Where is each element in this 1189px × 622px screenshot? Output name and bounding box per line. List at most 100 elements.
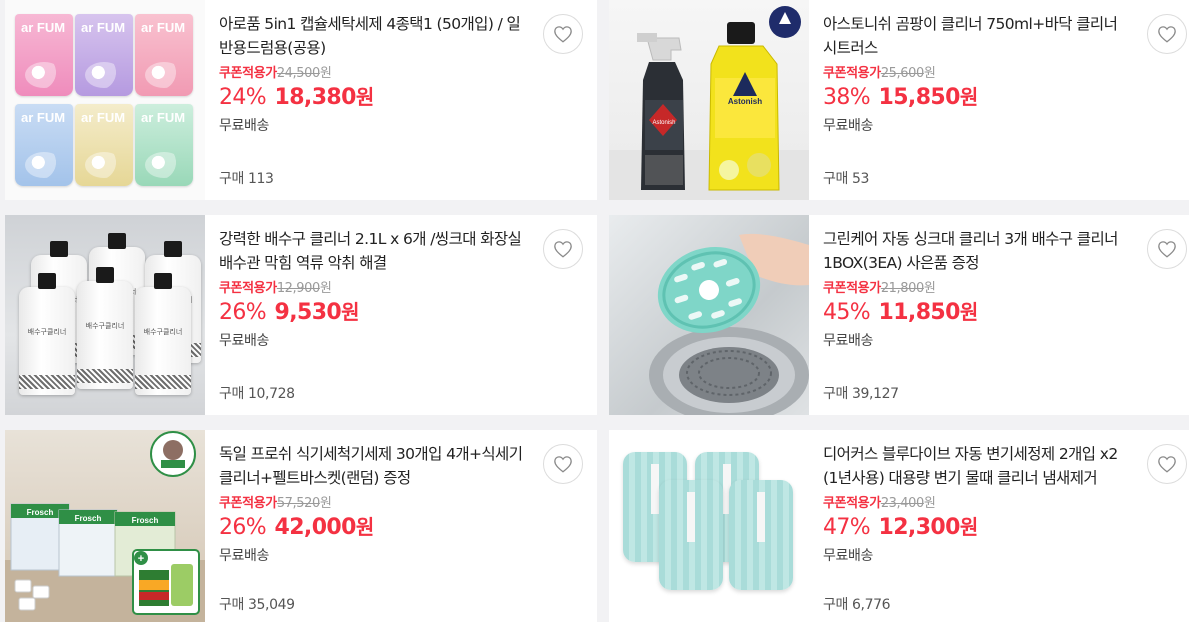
product-card[interactable]: Astonish Astonish 아스토니쉬 곰팡이 클리너 750ml+바닥… bbox=[609, 0, 1189, 200]
product-card[interactable]: ar FUM ar FUM ar FUM ar FUM ar FUM ar FU… bbox=[5, 0, 597, 200]
discount-rate: 26% bbox=[219, 300, 267, 325]
purchase-count: 구매 53 bbox=[823, 171, 870, 187]
original-price: 57,520 bbox=[276, 496, 320, 511]
sale-price: 15,850 bbox=[878, 85, 961, 110]
purchase-count: 구매 10,728 bbox=[219, 386, 295, 402]
original-price: 23,400 bbox=[880, 496, 924, 511]
svg-text:Frosch: Frosch bbox=[75, 514, 102, 523]
wishlist-button[interactable] bbox=[543, 229, 583, 269]
shipping-info: 무료배송 bbox=[823, 548, 873, 564]
detergent-pouch-image: ar FUM bbox=[15, 104, 73, 186]
svg-text:Frosch: Frosch bbox=[27, 508, 54, 517]
shipping-info: 무료배송 bbox=[823, 333, 873, 349]
drain-cleaner-bottle-image: 배수구클리너 bbox=[77, 267, 133, 389]
product-title[interactable]: 독일 프로쉬 식기세척기세제 30개입 4개+식세기클리너+펠트바스켓(랜덤) … bbox=[219, 442, 527, 490]
heart-outline-icon bbox=[554, 456, 572, 473]
detergent-pouch-image: ar FUM bbox=[135, 104, 193, 186]
product-image[interactable] bbox=[609, 215, 809, 415]
original-price-unit: 원 bbox=[319, 281, 332, 296]
drain-cleaner-bottle-image: 배수구클리너 bbox=[19, 273, 75, 395]
wishlist-button[interactable] bbox=[1147, 229, 1187, 269]
product-title[interactable]: 디어커스 블루다이브 자동 변기세정제 2개입 x2 (1년사용) 대용량 변기… bbox=[823, 442, 1131, 490]
product-image[interactable]: ar FUM ar FUM ar FUM ar FUM ar FUM ar FU… bbox=[5, 0, 205, 200]
heart-outline-icon bbox=[1158, 26, 1176, 43]
wishlist-button[interactable] bbox=[543, 14, 583, 54]
wishlist-button[interactable] bbox=[1147, 444, 1187, 484]
product-card[interactable]: 그린케어 자동 싱크대 클리너 3개 배수구 클리너 1BOX(3EA) 사은품… bbox=[609, 215, 1189, 415]
coupon-price-row: 쿠폰적용가12,900원 bbox=[219, 281, 527, 297]
discount-rate: 38% bbox=[823, 85, 871, 110]
shipping-info: 무료배송 bbox=[219, 548, 269, 564]
product-info: 독일 프로쉬 식기세척기세제 30개입 4개+식세기클리너+펠트바스켓(랜덤) … bbox=[205, 430, 597, 622]
svg-text:Astonish: Astonish bbox=[728, 97, 762, 106]
discount-rate: 24% bbox=[219, 85, 267, 110]
sale-price: 42,000 bbox=[274, 515, 357, 540]
detergent-pouch-image: ar FUM bbox=[135, 14, 193, 96]
sale-price-unit: 원 bbox=[959, 515, 978, 539]
product-image[interactable]: Frosch Frosch Frosch + bbox=[5, 430, 205, 622]
dishwasher-detergent-image: Frosch Frosch Frosch + bbox=[5, 431, 205, 622]
cleaner-bottles-image: Astonish Astonish bbox=[609, 6, 809, 200]
sink-drain-cleaner-image bbox=[649, 233, 809, 415]
sale-price-row: 47% 12,300원 bbox=[823, 514, 1131, 541]
svg-text:Astonish: Astonish bbox=[652, 120, 675, 126]
product-card[interactable]: Frosch Frosch Frosch + 독일 프로쉬 식기세척기세제 30… bbox=[5, 430, 597, 622]
original-price-unit: 원 bbox=[923, 281, 936, 296]
product-info: 그린케어 자동 싱크대 클리너 3개 배수구 클리너 1BOX(3EA) 사은품… bbox=[809, 215, 1189, 415]
wishlist-button[interactable] bbox=[543, 444, 583, 484]
original-price: 12,900 bbox=[276, 281, 320, 296]
product-title[interactable]: 그린케어 자동 싱크대 클리너 3개 배수구 클리너 1BOX(3EA) 사은품… bbox=[823, 227, 1131, 275]
wishlist-button[interactable] bbox=[1147, 14, 1187, 54]
sale-price: 11,850 bbox=[878, 300, 961, 325]
toilet-cleaner-cylinder-image bbox=[659, 480, 723, 590]
shipping-info: 무료배송 bbox=[823, 118, 873, 134]
discount-rate: 26% bbox=[219, 515, 267, 540]
sale-price-unit: 원 bbox=[355, 515, 374, 539]
original-price-unit: 원 bbox=[923, 496, 936, 511]
sale-price-unit: 원 bbox=[355, 85, 374, 109]
coupon-price-row: 쿠폰적용가24,500원 bbox=[219, 66, 527, 82]
discount-rate: 45% bbox=[823, 300, 871, 325]
product-title[interactable]: 아로품 5in1 캡슐세탁세제 4종택1 (50개입) / 일반용드럼용(공용) bbox=[219, 12, 527, 60]
sale-price-row: 45% 11,850원 bbox=[823, 299, 1131, 326]
product-info: 아스토니쉬 곰팡이 클리너 750ml+바닥 클리너 시트러스 쿠폰적용가25,… bbox=[809, 0, 1189, 200]
sale-price-row: 38% 15,850원 bbox=[823, 84, 1131, 111]
original-price-unit: 원 bbox=[923, 66, 936, 81]
sale-price-row: 24% 18,380원 bbox=[219, 84, 527, 111]
purchase-count: 구매 35,049 bbox=[219, 597, 295, 613]
heart-outline-icon bbox=[554, 26, 572, 43]
coupon-price-row: 쿠폰적용가21,800원 bbox=[823, 281, 1131, 297]
coupon-label: 쿠폰적용가 bbox=[219, 496, 277, 511]
sale-price-row: 26% 9,530원 bbox=[219, 299, 527, 326]
purchase-count: 구매 6,776 bbox=[823, 597, 891, 613]
heart-outline-icon bbox=[554, 241, 572, 258]
coupon-price-row: 쿠폰적용가23,400원 bbox=[823, 496, 1131, 512]
shipping-info: 무료배송 bbox=[219, 333, 269, 349]
heart-outline-icon bbox=[1158, 456, 1176, 473]
sale-price-unit: 원 bbox=[959, 300, 978, 324]
product-title[interactable]: 아스토니쉬 곰팡이 클리너 750ml+바닥 클리너 시트러스 bbox=[823, 12, 1131, 60]
detergent-pouch-image: ar FUM bbox=[75, 104, 133, 186]
product-card[interactable]: 디어커스 블루다이브 자동 변기세정제 2개입 x2 (1년사용) 대용량 변기… bbox=[609, 430, 1189, 622]
sale-price: 18,380 bbox=[274, 85, 357, 110]
svg-text:+: + bbox=[138, 553, 144, 565]
sale-price-unit: 원 bbox=[341, 300, 359, 324]
sale-price-row: 26% 42,000원 bbox=[219, 514, 527, 541]
purchase-count: 구매 39,127 bbox=[823, 386, 899, 402]
product-image[interactable] bbox=[609, 430, 809, 622]
coupon-label: 쿠폰적용가 bbox=[823, 496, 881, 511]
coupon-label: 쿠폰적용가 bbox=[823, 281, 881, 296]
discount-rate: 47% bbox=[823, 515, 871, 540]
toilet-cleaner-cylinder-image bbox=[729, 480, 793, 590]
product-image[interactable]: Astonish Astonish bbox=[609, 0, 809, 200]
purchase-count: 구매 113 bbox=[219, 171, 274, 187]
coupon-price-row: 쿠폰적용가25,600원 bbox=[823, 66, 1131, 82]
product-card[interactable]: 배수구클리너 배수구클리너 배수구클리너 배수구클리너 배수구클리너 배수구클리… bbox=[5, 215, 597, 415]
shipping-info: 무료배송 bbox=[219, 118, 269, 134]
product-title[interactable]: 강력한 배수구 클리너 2.1L x 6개 /씽크대 화장실 배수관 막힘 역류… bbox=[219, 227, 527, 275]
original-price-unit: 원 bbox=[319, 66, 332, 81]
sale-price-unit: 원 bbox=[959, 85, 978, 109]
coupon-label: 쿠폰적용가 bbox=[823, 66, 881, 81]
coupon-price-row: 쿠폰적용가57,520원 bbox=[219, 496, 527, 512]
product-image[interactable]: 배수구클리너 배수구클리너 배수구클리너 배수구클리너 배수구클리너 배수구클리… bbox=[5, 215, 205, 415]
